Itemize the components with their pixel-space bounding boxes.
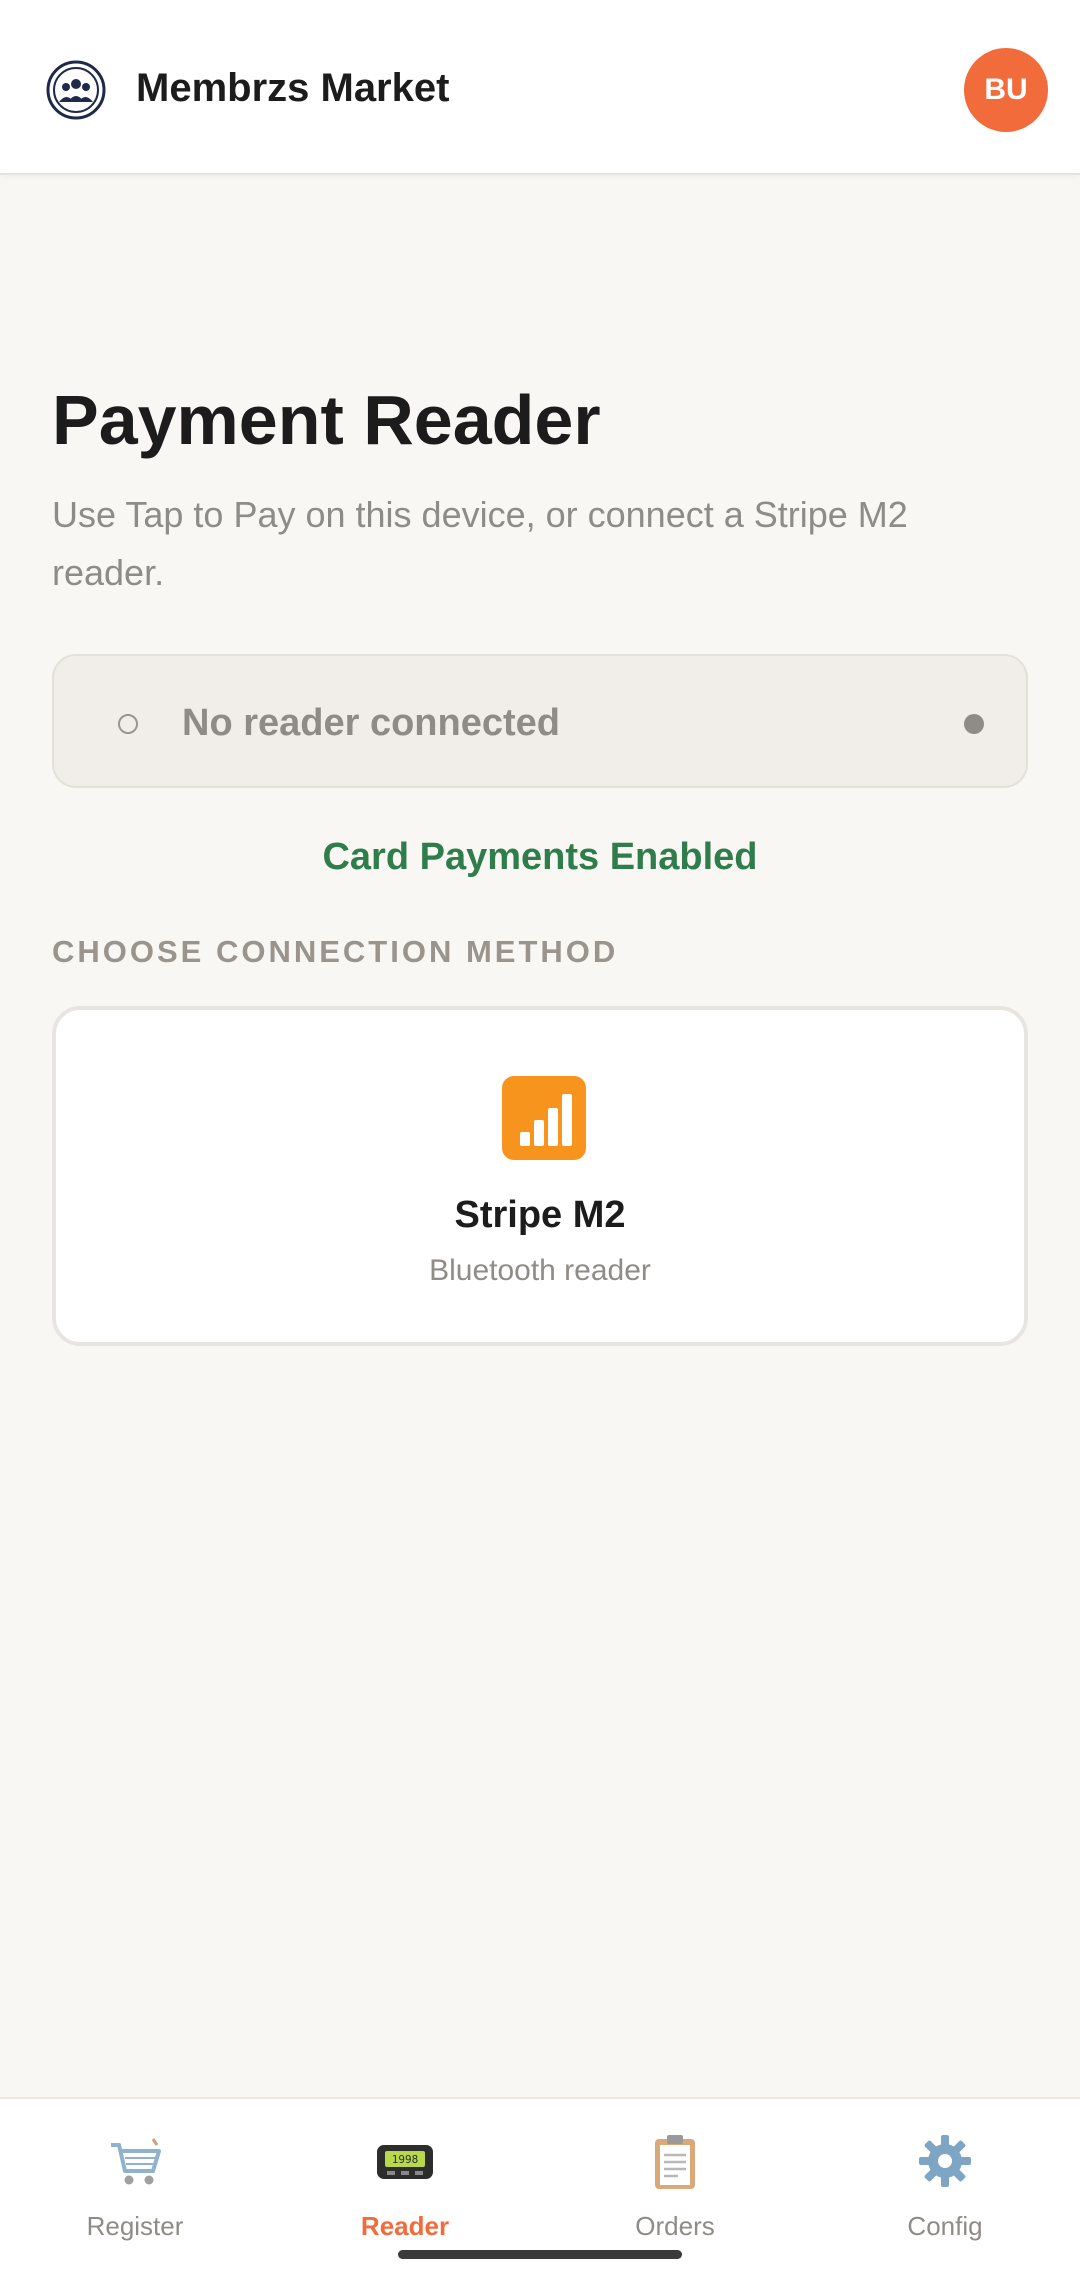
top-app-bar: Membrzs Market BU bbox=[0, 0, 1080, 175]
status-dot-icon bbox=[964, 714, 984, 734]
bottom-nav: Register 1998 Reader Orders Config bbox=[0, 2097, 1080, 2289]
nav-item-orders[interactable]: Orders bbox=[540, 2121, 810, 2241]
nav-label-reader: Reader bbox=[360, 2211, 450, 2241]
status-ring-icon bbox=[118, 714, 138, 734]
page-subtitle: Use Tap to Pay on this device, or connec… bbox=[52, 494, 908, 593]
cart-icon bbox=[111, 2138, 161, 2185]
gear-icon bbox=[919, 2135, 971, 2187]
nav-label-config: Config bbox=[907, 2211, 983, 2241]
nav-label-orders: Orders bbox=[635, 2211, 715, 2241]
user-avatar-button[interactable]: BU bbox=[964, 48, 1048, 132]
svg-text:1998: 1998 bbox=[392, 2153, 419, 2166]
clipboard-icon bbox=[655, 2135, 695, 2189]
nav-item-register[interactable]: Register bbox=[0, 2121, 270, 2241]
community-logo-icon bbox=[46, 60, 106, 120]
app-root: Membrzs Market BU Payment Reader Use Tap… bbox=[0, 0, 1080, 2289]
card-reader-icon: 1998 bbox=[377, 2145, 433, 2179]
signal-bars-icon bbox=[502, 1076, 586, 1160]
method-title: Stripe M2 bbox=[454, 1194, 626, 1236]
app-title: Membrzs Market bbox=[136, 66, 450, 110]
method-subtitle: Bluetooth reader bbox=[429, 1254, 651, 1287]
stripe-m2-method-card[interactable]: Stripe M2 Bluetooth reader bbox=[52, 1006, 1028, 1346]
home-indicator[interactable] bbox=[398, 2250, 682, 2259]
section-label: CHOOSE CONNECTION METHOD bbox=[52, 934, 619, 969]
reader-status-card: No reader connected bbox=[52, 654, 1028, 788]
card-payments-status: Card Payments Enabled bbox=[322, 836, 758, 878]
page-title: Payment Reader bbox=[52, 381, 601, 459]
nav-label-register: Register bbox=[86, 2211, 184, 2241]
reader-status-text: No reader connected bbox=[182, 702, 560, 744]
nav-item-config[interactable]: Config bbox=[810, 2121, 1080, 2241]
nav-item-reader[interactable]: 1998 Reader bbox=[270, 2121, 540, 2241]
